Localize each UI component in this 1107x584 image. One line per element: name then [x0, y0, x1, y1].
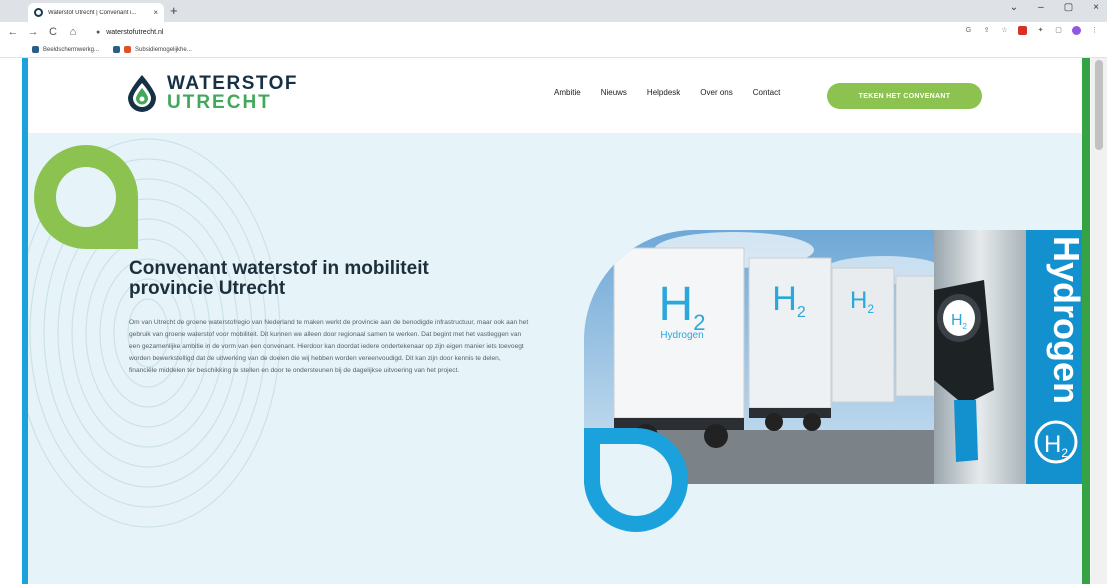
nav-item-helpdesk[interactable]: Helpdesk — [647, 88, 680, 97]
close-window-button[interactable]: × — [1093, 2, 1099, 13]
extensions-puzzle-icon[interactable]: ✦ — [1036, 26, 1045, 35]
nav-item-over-ons[interactable]: Over ons — [700, 88, 732, 97]
truck-hydrogen-label: Hydrogen — [660, 330, 703, 341]
scrollbar-thumb[interactable] — [1095, 60, 1103, 150]
bookmark-folder-icon — [32, 46, 39, 53]
profile-avatar[interactable] — [1072, 26, 1081, 35]
bookmark-file-icon — [113, 46, 121, 53]
logo-text-bottom: UTRECHT — [167, 92, 272, 113]
page-scrollbar[interactable] — [1091, 58, 1107, 584]
bookmark-label: Subsidiemogelijkhe... — [135, 46, 192, 53]
tab-close-icon[interactable]: × — [153, 8, 158, 17]
logo-text-top: WATERSTOF — [167, 73, 299, 94]
menu-dots-icon[interactable]: ⋮ — [1090, 26, 1099, 35]
nav-item-nieuws[interactable]: Nieuws — [601, 88, 627, 97]
nav-item-ambitie[interactable]: Ambitie — [554, 88, 581, 97]
minimize-button[interactable]: – — [1038, 2, 1044, 13]
pillar-hydrogen-text: Hydrogen — [1046, 236, 1082, 404]
page-title: Convenant waterstof in mobiliteit provin… — [129, 258, 429, 299]
reload-button[interactable]: C — [46, 26, 60, 38]
google-icon[interactable]: G — [964, 26, 973, 35]
site-favicon-icon — [34, 8, 43, 17]
right-accent-bar — [1082, 58, 1090, 584]
hero-section: Convenant waterstof in mobiliteit provin… — [28, 133, 1082, 584]
sign-convenant-button[interactable]: TEKEN HET CONVENANT — [827, 83, 982, 109]
browser-tab-bar: Waterstof Utrecht | Convenant i... × + ⌄… — [0, 0, 1107, 22]
address-url[interactable]: waterstofutrecht.nl — [106, 29, 163, 36]
bookmark-item[interactable]: Beeldschermwerkg... — [32, 46, 99, 53]
address-bar[interactable]: ● waterstofutrecht.nl — [96, 25, 936, 39]
blue-drop-shape — [584, 428, 688, 532]
nav-item-contact[interactable]: Contact — [753, 88, 781, 97]
bookmark-favicon-icon — [124, 46, 132, 53]
share-icon[interactable]: ⇪ — [982, 26, 991, 35]
site-header: WATERSTOF UTRECHT Ambitie Nieuws Helpdes… — [28, 58, 1082, 133]
green-drop-shape — [34, 145, 138, 249]
tab-search-icon[interactable]: ⌄ — [1010, 2, 1018, 13]
maximize-button[interactable]: ▢ — [1064, 2, 1073, 13]
intro-paragraph: Om van Utrecht de groene waterstofregio … — [129, 319, 529, 374]
home-button[interactable]: ⌂ — [66, 26, 80, 38]
pdf-extension-icon[interactable] — [1018, 26, 1027, 35]
browser-tab[interactable]: Waterstof Utrecht | Convenant i... × — [28, 3, 164, 22]
site-logo[interactable]: WATERSTOF UTRECHT — [126, 74, 298, 112]
back-button[interactable]: ← — [6, 26, 20, 38]
bookmark-star-icon[interactable]: ☆ — [1000, 26, 1009, 35]
window-controls: ⌄ – ▢ × — [1010, 2, 1099, 13]
water-drop-logo-icon — [128, 75, 156, 112]
side-panel-icon[interactable]: ▢ — [1054, 26, 1063, 35]
forward-button[interactable]: → — [26, 26, 40, 38]
new-tab-button[interactable]: + — [170, 4, 178, 18]
main-nav: Ambitie Nieuws Helpdesk Over ons Contact — [554, 88, 780, 97]
tab-title: Waterstof Utrecht | Convenant i... — [48, 9, 137, 16]
lock-icon: ● — [96, 28, 101, 36]
bookmark-label: Beeldschermwerkg... — [43, 46, 100, 53]
page-viewport: WATERSTOF UTRECHT Ambitie Nieuws Helpdes… — [0, 58, 1107, 584]
bookmark-item[interactable]: Subsidiemogelijkhe... — [113, 46, 192, 53]
bookmarks-bar: Beeldschermwerkg... Subsidiemogelijkhe..… — [0, 42, 1107, 58]
extension-icons: G ⇪ ☆ ✦ ▢ ⋮ — [964, 26, 1099, 35]
browser-toolbar: ← → C ⌂ ● waterstofutrecht.nl G ⇪ ☆ ✦ ▢ … — [0, 22, 1107, 42]
